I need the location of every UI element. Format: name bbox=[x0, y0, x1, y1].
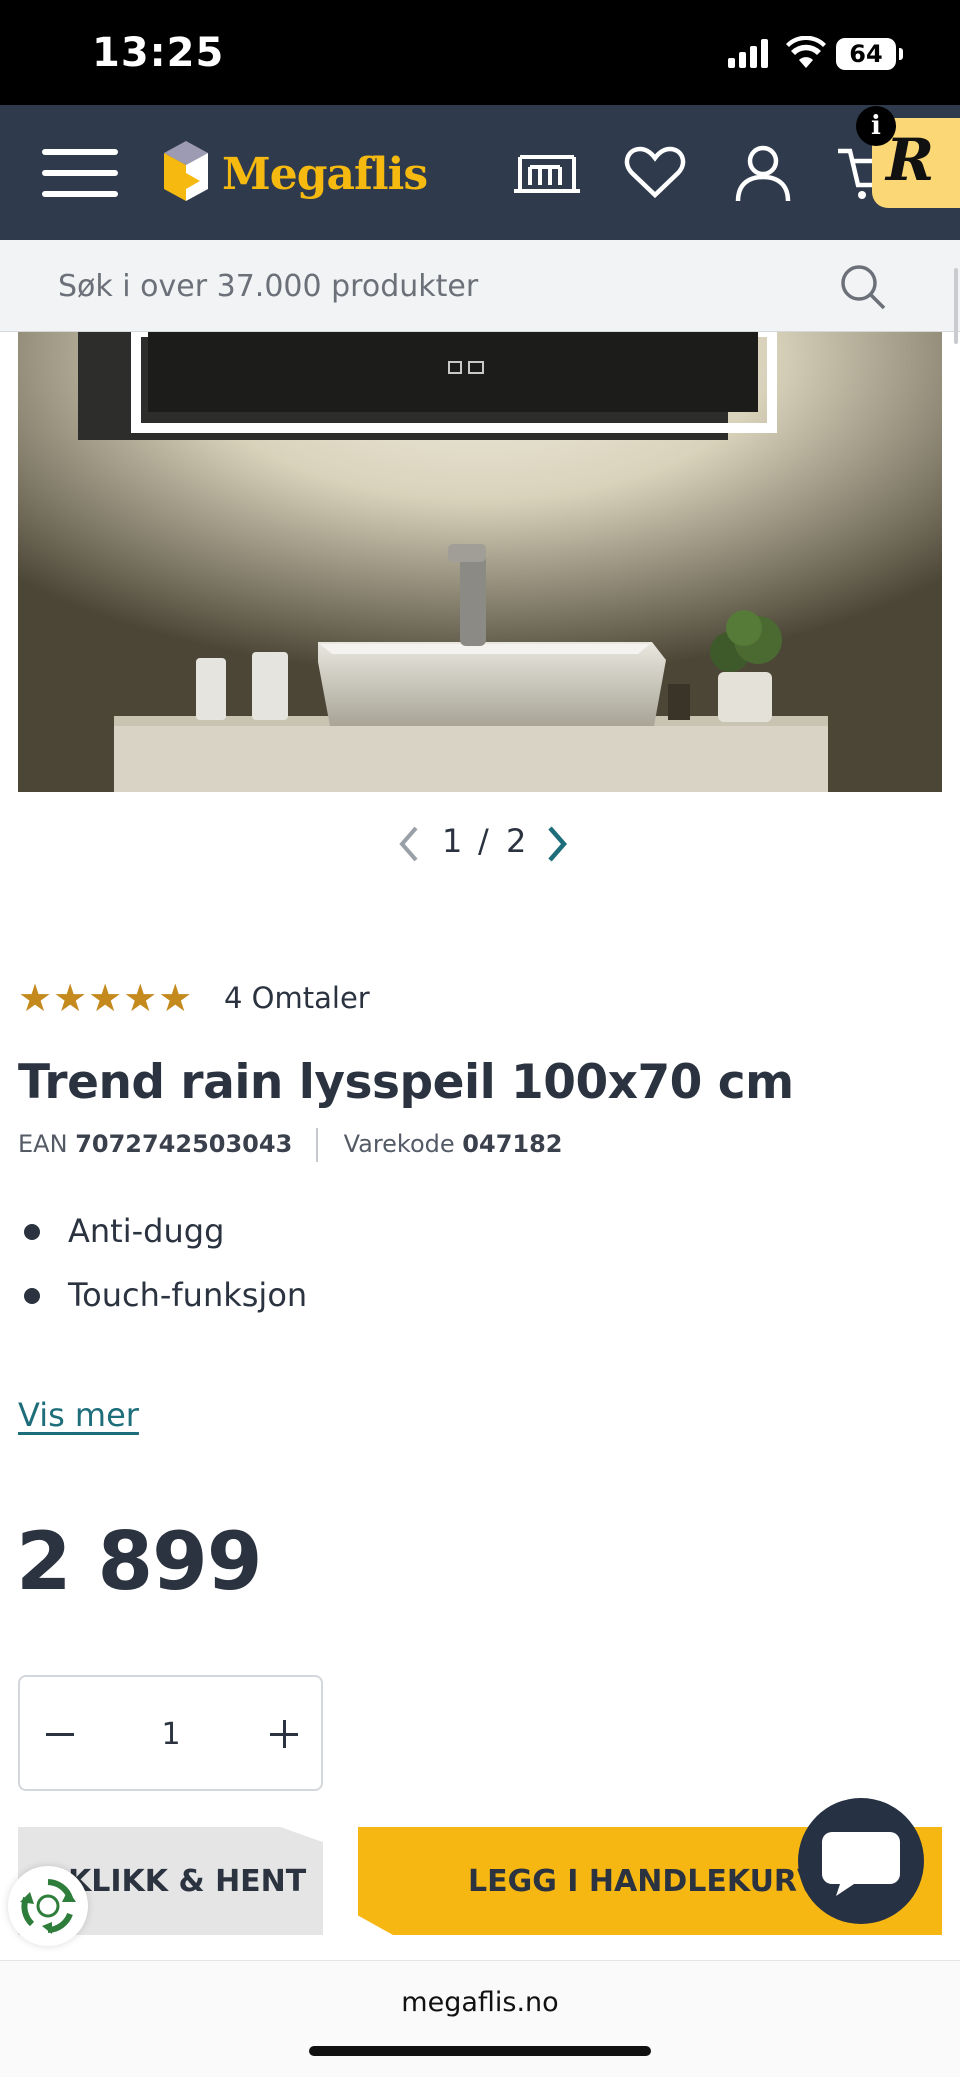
status-bar: 13:25 64 bbox=[0, 0, 960, 105]
sku-value: 047182 bbox=[462, 1130, 563, 1158]
chevron-right-icon[interactable] bbox=[540, 824, 574, 864]
product-title: Trend rain lysspeil 100x70 cm bbox=[18, 1055, 794, 1110]
logo-text: Megaflis bbox=[222, 149, 428, 200]
scroll-indicator bbox=[954, 268, 958, 344]
increase-quantity-button[interactable] bbox=[264, 1713, 308, 1757]
show-more-link[interactable]: Vis mer bbox=[18, 1396, 139, 1434]
chat-icon[interactable] bbox=[798, 1798, 924, 1924]
feature-item: Anti-dugg bbox=[18, 1208, 307, 1272]
wifi-icon bbox=[786, 36, 826, 68]
decrease-quantity-button[interactable] bbox=[40, 1713, 84, 1757]
search-input[interactable] bbox=[58, 262, 818, 310]
star-rating-icon: ★★★★★ bbox=[18, 976, 194, 1020]
search-icon[interactable] bbox=[838, 262, 888, 312]
image-pager: 1 / 2 bbox=[0, 818, 960, 868]
review-count[interactable]: 4 Omtaler bbox=[224, 981, 370, 1015]
ean-label: EAN bbox=[18, 1130, 68, 1158]
sku-label: Varekode bbox=[343, 1130, 455, 1158]
status-time: 13:25 bbox=[92, 30, 225, 76]
codes-divider bbox=[315, 1128, 318, 1162]
browser-bottom-bar: megaflis.no bbox=[0, 1960, 960, 2077]
chat-bubble-glyph bbox=[822, 1832, 900, 1896]
recycle-glyph bbox=[20, 1879, 76, 1934]
logo-mark-icon bbox=[164, 141, 208, 201]
quantity-stepper bbox=[18, 1675, 323, 1791]
product-codes: EAN 7072742503043 Varekode 047182 bbox=[18, 1128, 563, 1162]
recycle-icon[interactable] bbox=[8, 1866, 88, 1946]
battery-indicator: 64 bbox=[836, 38, 903, 70]
site-logo[interactable]: Megaflis bbox=[160, 135, 428, 211]
site-header: Megaflis bbox=[0, 105, 960, 240]
browser-url[interactable]: megaflis.no bbox=[0, 1987, 960, 2018]
signal-icon bbox=[728, 38, 768, 68]
search-bar bbox=[0, 240, 960, 332]
store-icon[interactable] bbox=[512, 141, 582, 205]
heart-icon[interactable] bbox=[620, 141, 690, 205]
hamburger-icon[interactable] bbox=[42, 147, 118, 199]
product-price: 2 899 bbox=[16, 1515, 263, 1608]
chevron-left-icon[interactable] bbox=[392, 824, 426, 864]
product-photo bbox=[18, 332, 942, 792]
feature-list: Anti-dugg Touch-funksjon bbox=[18, 1208, 307, 1336]
user-icon[interactable] bbox=[728, 141, 798, 205]
product-image[interactable] bbox=[18, 332, 942, 792]
pager-total: 2 bbox=[506, 822, 527, 860]
info-badge[interactable]: i bbox=[856, 106, 896, 146]
pager-separator: / bbox=[478, 822, 489, 860]
feature-item: Touch-funksjon bbox=[18, 1272, 307, 1336]
pager-current: 1 bbox=[442, 822, 463, 860]
quantity-input[interactable] bbox=[140, 1707, 202, 1761]
ean-value: 7072742503043 bbox=[75, 1130, 293, 1158]
home-indicator[interactable] bbox=[309, 2046, 651, 2056]
